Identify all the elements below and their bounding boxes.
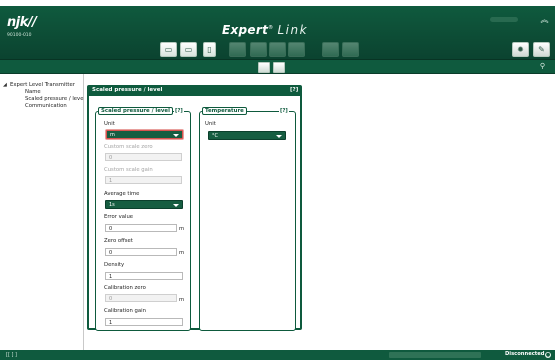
unit-select-value: m — [110, 132, 115, 138]
density-field[interactable]: 1 — [105, 272, 183, 280]
pin-icon[interactable]: ⚲ — [537, 62, 548, 71]
temperature-group-legend: Temperature — [202, 107, 247, 115]
tree-item-communication[interactable]: Communication — [25, 103, 67, 109]
error-value-field[interactable]: 0 — [105, 224, 177, 232]
average-time-label: Average time — [104, 191, 140, 197]
status-progress-field — [389, 352, 481, 358]
edit-settings-icon[interactable]: ✎ — [533, 42, 550, 57]
tree-root-item[interactable]: Expert Level Transmitter — [10, 82, 75, 88]
document-icon[interactable]: ▯ — [203, 42, 216, 57]
paste-icon[interactable] — [273, 62, 285, 73]
chevron-down-icon — [173, 134, 179, 137]
zero-offset-field[interactable]: 0 — [105, 248, 177, 256]
copy-icon[interactable] — [258, 62, 270, 73]
unit-label: Unit — [104, 121, 115, 127]
app-title-main: Expert — [222, 23, 269, 37]
error-value-label: Error value — [104, 214, 134, 220]
chevron-down-icon — [276, 135, 282, 138]
density-label: Density — [104, 262, 125, 268]
error-value-unit: m — [179, 226, 185, 232]
panel-help-button[interactable]: [?] — [290, 87, 298, 93]
custom-scale-zero-label: Custom scale zero — [104, 144, 153, 150]
custom-scale-zero-field[interactable]: 0 — [105, 153, 182, 161]
tree-expand-icon[interactable]: ◢ — [3, 82, 7, 88]
custom-scale-gain-label: Custom scale gain — [104, 167, 153, 173]
settings-gear-icon[interactable]: ✹ — [512, 42, 529, 57]
app-title-registered: ® — [268, 25, 274, 31]
check-icon[interactable] — [322, 42, 339, 57]
connection-status-icon: ● — [545, 352, 551, 358]
device-icon[interactable] — [229, 42, 246, 57]
temperature-group — [199, 111, 296, 331]
zero-offset-unit: m — [179, 250, 185, 256]
unit-select[interactable]: m — [106, 130, 183, 139]
edit-icon[interactable] — [269, 42, 286, 57]
calibration-zero-unit: m — [179, 297, 185, 303]
custom-scale-gain-field[interactable]: 1 — [105, 176, 182, 184]
chart-icon[interactable] — [250, 42, 267, 57]
folder-open-icon[interactable]: ▭ — [160, 42, 177, 57]
calibration-gain-field[interactable]: 1 — [105, 318, 183, 326]
average-time-select[interactable]: 1s — [105, 200, 183, 209]
tools-icon[interactable] — [288, 42, 305, 57]
tree-item-name[interactable]: Name — [25, 89, 41, 95]
sync-icon[interactable] — [342, 42, 359, 57]
connection-status: Disconnected — [505, 351, 545, 357]
temperature-unit-select[interactable]: °C — [208, 131, 286, 140]
navigation-tree — [0, 74, 84, 350]
app-title-link: Link — [277, 23, 309, 37]
app-title: Expert® Link — [222, 23, 308, 37]
scaled-pressure-group-legend: Scaled pressure / level — [98, 107, 173, 115]
save-icon[interactable]: ▭ — [180, 42, 197, 57]
status-left-indicator: [[ ] ] — [6, 352, 17, 358]
chevron-down-icon — [173, 204, 179, 207]
calibration-zero-label: Calibration zero — [104, 285, 146, 291]
tree-item-scaled-pressure[interactable]: Scaled pressure / level — [25, 96, 85, 102]
scaled-pressure-help-button[interactable]: [?] — [174, 108, 184, 114]
temperature-help-button[interactable]: [?] — [279, 108, 289, 114]
calibration-gain-label: Calibration gain — [104, 308, 146, 314]
header-decoration — [490, 17, 518, 22]
brand-logo: njk// — [7, 15, 37, 30]
panel-title: Scaled pressure / level — [92, 87, 163, 93]
zero-offset-label: Zero offset — [104, 238, 133, 244]
temperature-unit-label: Unit — [205, 121, 216, 127]
collapse-header-button[interactable]: ︽ — [539, 15, 550, 24]
temperature-unit-select-value: °C — [212, 133, 218, 139]
average-time-select-value: 1s — [109, 202, 115, 208]
brand-subtitle: 90100-010 — [7, 33, 32, 38]
calibration-zero-field[interactable]: 0 — [105, 294, 177, 302]
